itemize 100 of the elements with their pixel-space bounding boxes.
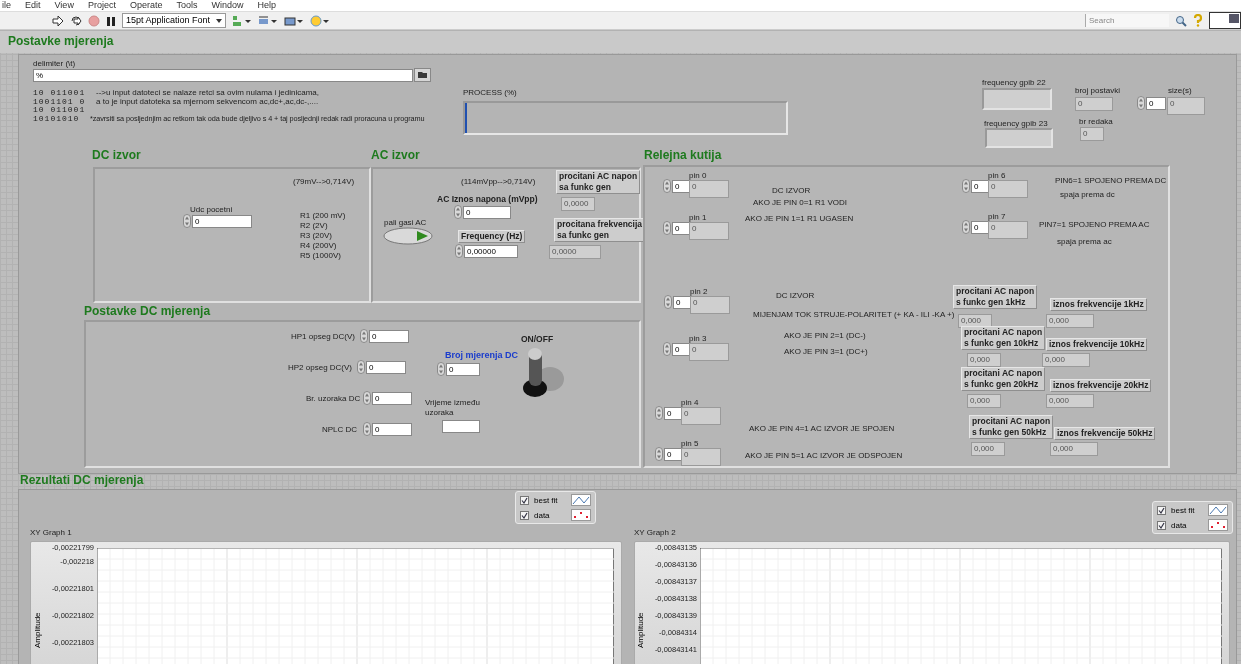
menu-item[interactable]: Tools	[176, 0, 198, 11]
abort-icon[interactable]	[88, 14, 100, 27]
binary-line: 10 011001	[33, 88, 86, 98]
progress-label: PROCESS (%)	[463, 88, 517, 98]
menu-item[interactable]: Help	[257, 0, 276, 11]
numeric-indicator: 0	[689, 180, 729, 198]
label: (79mV-->0,714V)	[293, 177, 355, 187]
section-title: DC izvor	[92, 148, 141, 162]
increment-arrows-icon[interactable]	[357, 360, 365, 374]
increment-arrows-icon[interactable]	[454, 205, 462, 219]
toggle-button[interactable]	[383, 227, 433, 245]
graph-title: XY Graph 1	[30, 528, 72, 538]
range-label: R2 (2V)	[300, 221, 328, 231]
legend-checkbox[interactable]	[520, 510, 529, 520]
note-text: AKO JE PIN 1=1 R1 UGASEN	[745, 214, 854, 224]
note-text: AKO JE PIN 5=1 AC IZVOR JE ODSPOJEN	[745, 451, 903, 461]
numeric-field[interactable]: 0,00000	[464, 245, 518, 258]
menu-item[interactable]: Edit	[25, 0, 41, 11]
search-icon[interactable]	[1175, 14, 1187, 27]
path-field[interactable]: %	[33, 69, 413, 82]
increment-arrows-icon[interactable]	[663, 179, 671, 193]
numeric-indicator: 0	[988, 180, 1028, 198]
switch-label: ON/OFF	[521, 334, 554, 344]
legend-checkbox[interactable]	[520, 495, 529, 505]
indicator-label: iznos frekvencije 1kHz	[1050, 298, 1147, 311]
field-label: br redaka	[1079, 117, 1113, 127]
binary-line: 10 011001	[33, 105, 86, 115]
reorder-icon[interactable]	[310, 14, 331, 27]
run-arrow-icon[interactable]	[52, 14, 64, 27]
increment-arrows-icon[interactable]	[663, 221, 671, 235]
legend-checkbox[interactable]	[1157, 505, 1166, 515]
numeric-indicator: 0	[689, 222, 729, 240]
numeric-field[interactable]: 0	[366, 361, 406, 374]
numeric-indicator: 0	[1167, 97, 1205, 115]
numeric-indicator: 0,0000	[549, 245, 601, 259]
numeric-field[interactable]: 0	[463, 206, 511, 219]
distribute-objects-icon[interactable]	[258, 14, 279, 27]
pin-label: pin 0	[689, 171, 707, 181]
increment-arrows-icon[interactable]	[663, 342, 671, 356]
numeric-indicator: 0,000	[971, 442, 1005, 456]
range-label: R1 (200 mV)	[300, 211, 346, 221]
menu-item[interactable]: Operate	[129, 0, 163, 11]
indicator-label: iznos frekvencije 50kHz	[1054, 427, 1156, 440]
legend-checkbox[interactable]	[1157, 520, 1166, 530]
section-title: AC izvor	[371, 148, 420, 162]
numeric-field[interactable]: 0	[672, 180, 690, 193]
numeric-field[interactable]: 0	[369, 330, 409, 343]
increment-arrows-icon[interactable]	[183, 214, 191, 228]
field-label: AC Iznos napona (mVpp)	[437, 194, 538, 204]
run-continuously-icon[interactable]	[70, 14, 82, 27]
pin-label: pin 3	[689, 334, 707, 344]
increment-arrows-icon[interactable]	[455, 244, 463, 258]
numeric-field[interactable]: 0	[192, 215, 252, 228]
frequency-indicator	[985, 128, 1053, 148]
increment-arrows-icon[interactable]	[962, 179, 970, 193]
numeric-field[interactable]: 0	[672, 222, 690, 235]
pin-label: pin 5	[681, 439, 699, 449]
legend-label: data	[534, 510, 551, 520]
increment-arrows-icon[interactable]	[1137, 96, 1145, 110]
menu-item[interactable]: Project	[87, 0, 116, 11]
numeric-indicator: 0	[690, 296, 730, 314]
numeric-field[interactable]: 0	[673, 296, 691, 309]
numeric-field[interactable]: 0	[372, 392, 412, 405]
font-dropdown[interactable]: 15pt Application Font	[122, 13, 227, 28]
line-plot-icon	[571, 494, 591, 506]
pause-icon[interactable]	[106, 14, 116, 27]
increment-arrows-icon[interactable]	[437, 362, 445, 376]
menu-item[interactable]: View	[54, 0, 74, 11]
axis-title: Amplitude	[33, 612, 42, 648]
search-field[interactable]: Search	[1085, 14, 1169, 27]
numeric-field[interactable]: 0	[1146, 97, 1166, 110]
increment-arrows-icon[interactable]	[655, 406, 663, 420]
resize-objects-icon[interactable]	[284, 14, 305, 27]
note-text: MIJENJAM TOK STRUJE-POLARITET (+ KA - ILI -KA +)	[753, 310, 955, 320]
range-label: R3 (20V)	[300, 231, 332, 241]
numeric-field[interactable]: 0	[664, 407, 682, 420]
menu-item[interactable]: ile	[2, 0, 11, 11]
note-text: spaja prema ac	[1057, 237, 1112, 247]
help-icon[interactable]	[1193, 14, 1203, 27]
numeric-field[interactable]: 0	[971, 221, 989, 234]
time-field[interactable]	[442, 420, 480, 433]
numeric-field[interactable]: 0	[664, 448, 682, 461]
increment-arrows-icon[interactable]	[363, 391, 371, 405]
indicator-label: procitani AC napon sa funkc gen	[556, 170, 641, 194]
pin-label: pin 2	[690, 287, 708, 297]
increment-arrows-icon[interactable]	[664, 295, 672, 309]
range-label: R4 (200V)	[300, 241, 337, 251]
note-text: DC IZVOR	[772, 186, 811, 196]
increment-arrows-icon[interactable]	[962, 220, 970, 234]
folder-icon[interactable]	[414, 68, 431, 82]
align-objects-icon[interactable]	[232, 14, 253, 27]
increment-arrows-icon[interactable]	[360, 329, 368, 343]
increment-arrows-icon[interactable]	[655, 447, 663, 461]
numeric-field[interactable]: 0	[672, 343, 690, 356]
numeric-field[interactable]: 0	[446, 363, 480, 376]
increment-arrows-icon[interactable]	[363, 422, 371, 436]
numeric-field[interactable]: 0	[971, 180, 989, 193]
numeric-field[interactable]: 0	[372, 423, 412, 436]
numeric-indicator: 0,000	[1050, 442, 1098, 456]
menu-item[interactable]: Window	[211, 0, 244, 11]
